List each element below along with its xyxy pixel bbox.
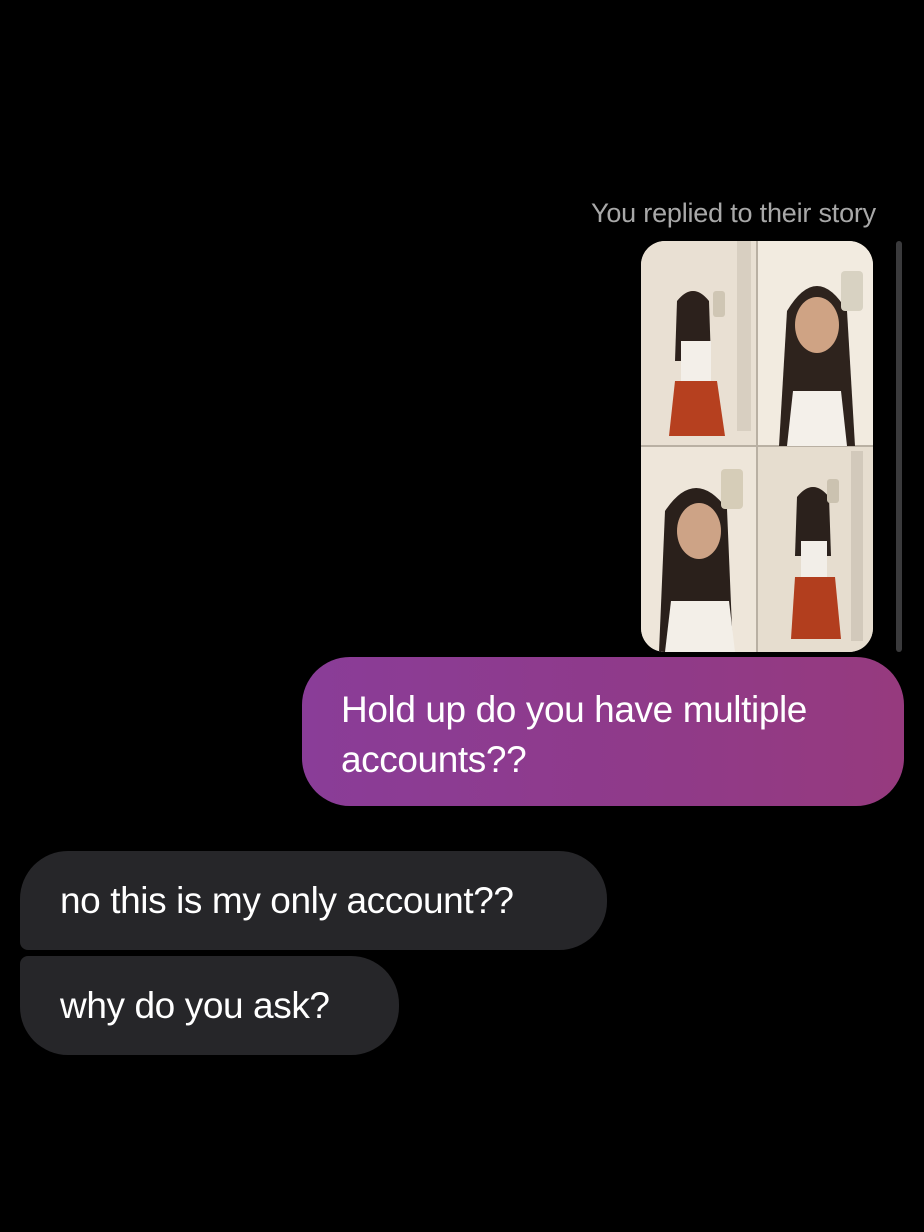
story-reply-caption: You replied to their story bbox=[591, 198, 876, 228]
message-text: no this is my only account?? bbox=[60, 879, 514, 921]
incoming-message-bubble[interactable]: no this is my only account?? bbox=[20, 851, 607, 950]
message-text: Hold up do you have multiple accounts?? bbox=[341, 689, 807, 780]
story-collage-image bbox=[641, 241, 873, 652]
incoming-message-bubble[interactable]: why do you ask? bbox=[20, 956, 399, 1055]
story-reply-bar bbox=[896, 241, 902, 652]
outgoing-message-bubble[interactable]: Hold up do you have multiple accounts?? bbox=[302, 657, 904, 806]
story-thumbnail[interactable] bbox=[641, 241, 873, 652]
message-text: why do you ask? bbox=[60, 984, 330, 1026]
